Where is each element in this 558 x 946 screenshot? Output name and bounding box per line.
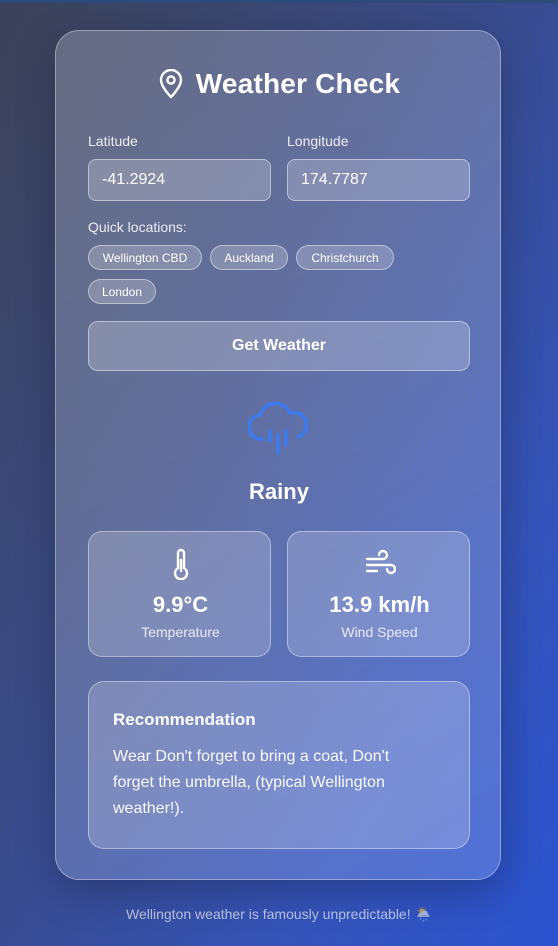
longitude-label: Longitude [287,133,349,149]
map-pin-icon [158,68,184,99]
top-border [0,0,558,3]
longitude-input[interactable] [287,159,470,201]
latitude-label: Latitude [88,133,138,149]
quick-location-auckland[interactable]: Auckland [210,245,288,270]
latitude-input[interactable] [88,159,271,201]
weather-card: Weather Check Latitude Longitude Quick l… [55,30,501,880]
quick-locations-label: Quick locations: [88,219,187,235]
page-title: Weather Check [195,68,401,99]
recommendation-text: Wear Don't forget to bring a coat, Don't… [113,748,390,817]
get-weather-button[interactable]: Get Weather [88,321,470,371]
quick-location-christchurch[interactable]: Christchurch [296,245,394,270]
wind-speed-value: 13.9 km/h [329,592,430,617]
footer-note: Wellington weather is famously unpredict… [126,906,432,922]
quick-location-london[interactable]: London [88,279,156,304]
temperature-value: 9.9°C [152,592,209,617]
temperature-card: 9.9°C Temperature [88,531,271,657]
temperature-label: Temperature [141,624,220,640]
wind-icon [288,548,471,580]
recommendation-panel: Recommendation Wear Don't forget to brin… [88,681,470,849]
header: Weather Check [56,67,502,101]
cloud-rain-icon [247,399,310,459]
thermometer-icon [89,548,272,580]
quick-location-wellington-cbd[interactable]: Wellington CBD [88,245,202,270]
weather-condition: Rainy [249,479,309,504]
wind-speed-card: 13.9 km/h Wind Speed [287,531,470,657]
wind-speed-label: Wind Speed [341,624,418,640]
recommendation-title: Recommendation [113,710,256,729]
